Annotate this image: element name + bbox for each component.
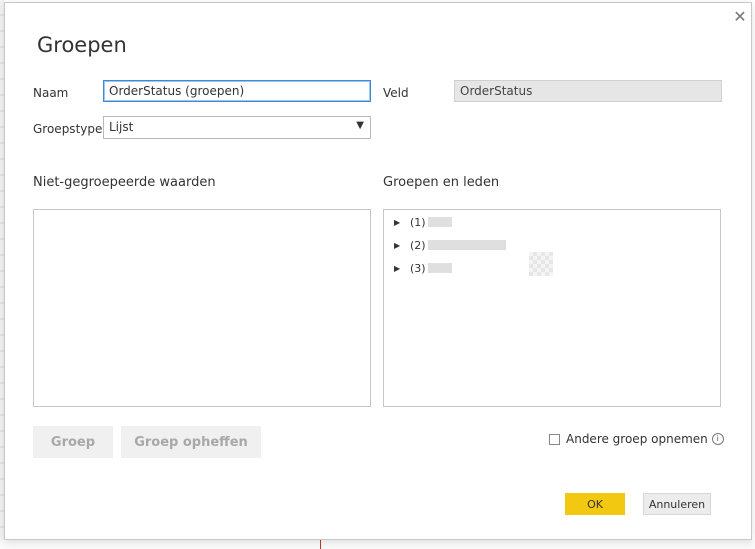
- grouptype-select[interactable]: Lijst ▼: [103, 116, 371, 139]
- ungrouped-list[interactable]: [33, 209, 371, 407]
- expand-caret-icon[interactable]: ▶: [394, 264, 410, 273]
- name-input[interactable]: [103, 80, 371, 102]
- grouptype-selected-value: Lijst: [109, 120, 134, 134]
- name-label: Naam: [33, 86, 69, 100]
- grouptype-label: Groepstype: [33, 122, 103, 136]
- ungrouped-heading: Niet-gegroepeerde waarden: [33, 175, 216, 190]
- close-icon[interactable]: ✕: [733, 9, 747, 25]
- redacted-text: [427, 240, 506, 250]
- ok-button[interactable]: OK: [565, 493, 625, 515]
- redacted-text: [427, 263, 452, 273]
- include-other-label: Andere groep opnemen: [566, 432, 708, 446]
- include-other-checkbox[interactable]: [549, 433, 560, 445]
- tree-item[interactable]: ▶ (1): [394, 213, 452, 231]
- tree-item[interactable]: ▶ (3): [394, 259, 452, 277]
- expand-caret-icon[interactable]: ▶: [394, 218, 410, 227]
- background-app-bottom: [0, 540, 755, 549]
- info-icon[interactable]: i: [711, 433, 724, 445]
- expand-caret-icon[interactable]: ▶: [394, 241, 410, 250]
- group-label: (1): [410, 215, 426, 229]
- cancel-button[interactable]: Annuleren: [643, 493, 711, 515]
- tree-item[interactable]: ▶ (2): [394, 236, 506, 254]
- group-label: (2): [410, 238, 426, 252]
- field-readonly-value: OrderStatus: [454, 80, 722, 102]
- redacted-blot: [529, 252, 553, 276]
- ungroup-button[interactable]: Groep opheffen: [121, 426, 261, 458]
- group-label: (3): [410, 261, 426, 275]
- include-other-group-option[interactable]: Andere groep opnemen i: [549, 432, 724, 446]
- chevron-down-icon: ▼: [356, 120, 364, 131]
- groups-heading: Groepen en leden: [383, 175, 500, 190]
- dialog-title: Groepen: [37, 33, 127, 57]
- redacted-text: [427, 217, 452, 227]
- field-label: Veld: [383, 86, 409, 100]
- group-button[interactable]: Groep: [33, 426, 113, 458]
- groups-tree[interactable]: ▶ (1) ▶ (2) ▶ (3): [383, 209, 721, 407]
- groups-dialog: ✕ Groepen Naam Veld OrderStatus Groepsty…: [4, 2, 752, 540]
